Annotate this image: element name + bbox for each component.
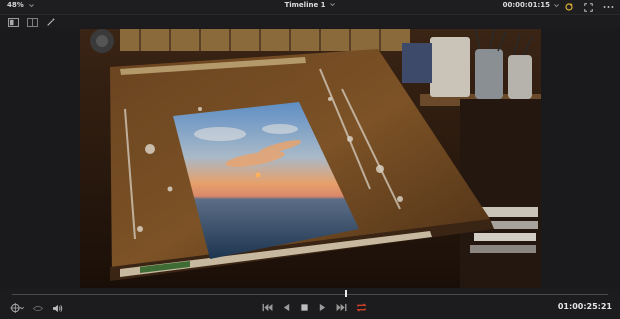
stop-button[interactable] (300, 303, 309, 312)
audio-view-button[interactable] (32, 305, 44, 312)
loop-icon (356, 303, 367, 312)
play-button[interactable] (318, 303, 327, 312)
go-to-first-frame-button[interactable] (262, 303, 273, 312)
viewer[interactable] (0, 28, 620, 289)
more-options-icon (603, 6, 614, 8)
video-frame-image (80, 29, 541, 288)
single-viewer-button[interactable] (8, 17, 19, 27)
magic-wand-icon (47, 17, 56, 26)
video-frame[interactable] (80, 29, 541, 288)
transform-button[interactable] (46, 17, 56, 27)
speaker-icon (53, 304, 63, 312)
fullscreen-button[interactable] (584, 2, 593, 12)
timeline-title: Timeline 1 (284, 1, 326, 9)
go-to-last-frame-button[interactable] (336, 303, 347, 312)
viewer-toolbar (0, 14, 620, 28)
match-frame-icon (10, 303, 24, 313)
match-frame-button[interactable] (10, 303, 24, 313)
play-reverse-icon (283, 303, 290, 312)
chevron-down-icon (554, 3, 559, 7)
more-options-button[interactable] (603, 5, 614, 9)
timeline-timecode: 01:00:25:21 (557, 302, 612, 311)
volume-button[interactable] (52, 304, 63, 313)
playhead[interactable] (344, 290, 347, 297)
viewer-header: 48% Timeline 1 00:00:01:15 (0, 0, 620, 14)
eye-icon (32, 305, 44, 311)
play-reverse-button[interactable] (282, 303, 291, 312)
stop-icon (301, 304, 308, 311)
skip-forward-icon (336, 303, 347, 312)
play-icon (319, 303, 326, 312)
dual-viewer-icon (27, 17, 38, 27)
transport-bar: 01:00:25:21 (0, 297, 620, 319)
loop-button[interactable] (356, 303, 367, 312)
expand-icon (584, 2, 593, 12)
single-viewer-icon (8, 17, 19, 27)
current-timecode: 00:00:01:15 (502, 1, 550, 9)
chevron-down-icon (329, 3, 335, 7)
scrubber-track[interactable] (12, 294, 608, 295)
timecode-selector[interactable]: 00:00:01:15 (503, 1, 560, 9)
scrubber[interactable] (0, 289, 620, 297)
dual-viewer-button[interactable] (27, 17, 38, 27)
swirl-icon (565, 3, 573, 11)
skip-back-icon (262, 303, 273, 312)
playback-options-button[interactable] (564, 2, 574, 12)
